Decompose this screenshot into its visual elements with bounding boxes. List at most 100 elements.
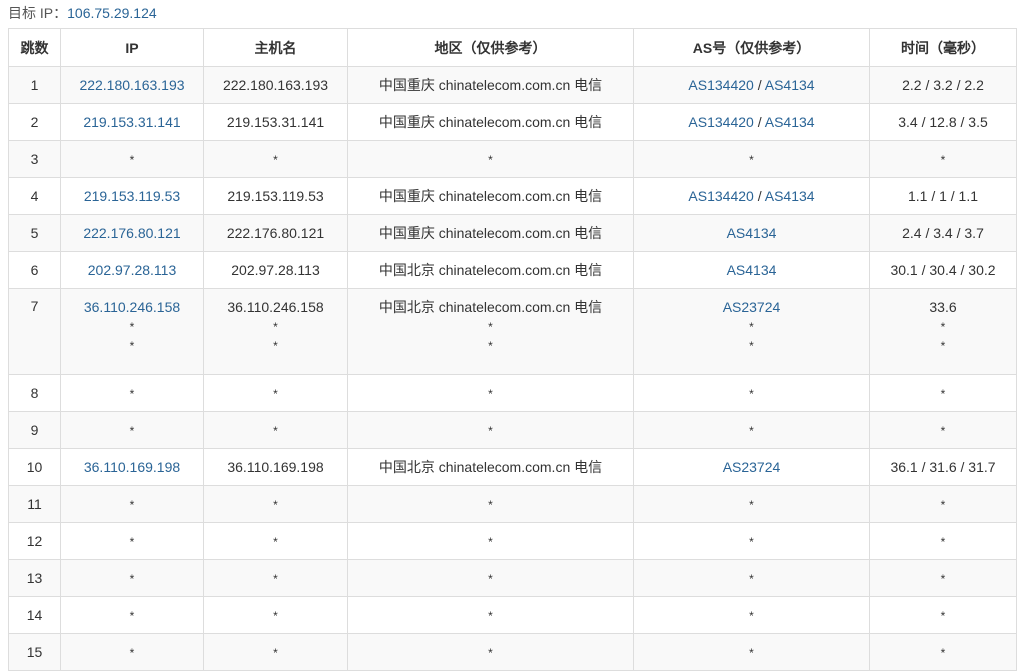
ip-cell: *	[60, 374, 204, 412]
table-row: 8 * * * * *	[8, 374, 1017, 412]
hostname-cell: 222.180.163.193	[203, 66, 348, 104]
ip-link[interactable]: 219.153.31.141	[83, 114, 180, 130]
time-cell: *	[869, 140, 1017, 178]
ip-cell: 36.110.246.158 * *	[60, 288, 204, 375]
column-header-time: 时间（毫秒）	[869, 28, 1017, 67]
host-value: 219.153.31.141	[226, 114, 325, 130]
time-cell: 1.1 / 1 / 1.1	[869, 177, 1017, 215]
as-cell: AS23724 * *	[633, 288, 870, 375]
hop-cell: 7	[8, 288, 61, 375]
as-link[interactable]: AS4134	[765, 188, 815, 204]
as-cell: *	[633, 633, 870, 671]
as-link[interactable]: AS134420	[688, 114, 753, 130]
time-cell: *	[869, 411, 1017, 449]
host-value: *	[273, 320, 278, 334]
empty-star: *	[749, 320, 754, 334]
as-link[interactable]: AS134420	[688, 188, 753, 204]
ip-value: *	[129, 320, 135, 334]
as-link[interactable]: AS134420	[688, 77, 753, 93]
hostname-cell: 36.110.246.158 * *	[203, 288, 348, 375]
as-cell: *	[633, 485, 870, 523]
table-row: 9 * * * * *	[8, 411, 1017, 449]
hostname-cell: *	[203, 411, 348, 449]
time-value: *	[940, 498, 946, 512]
hostname-cell: *	[203, 596, 348, 634]
column-header-hop: 跳数	[8, 28, 61, 67]
region-value: 中国北京 chinatelecom.com.cn 电信	[378, 262, 603, 278]
region-value: 中国北京 chinatelecom.com.cn 电信	[378, 459, 603, 475]
ip-value: *	[129, 609, 135, 623]
ip-cell: *	[60, 596, 204, 634]
region-cell: *	[347, 633, 634, 671]
as-link[interactable]: AS4134	[765, 114, 815, 130]
ip-cell: 202.97.28.113	[60, 251, 204, 289]
hop-cell: 9	[8, 411, 61, 449]
ip-link[interactable]: 222.180.163.193	[79, 77, 184, 93]
host-value: *	[273, 572, 278, 586]
table-row: 4 219.153.119.53 219.153.119.53 中国重庆 chinat…	[8, 177, 1017, 215]
host-value: 202.97.28.113	[231, 262, 320, 278]
cell-line: 33.6	[870, 298, 1016, 317]
hop-cell: 12	[8, 522, 61, 560]
cell-line: *	[61, 317, 203, 336]
ip-link[interactable]: 36.110.169.198	[84, 459, 180, 475]
time-cell: *	[869, 559, 1017, 597]
as-link[interactable]: AS4134	[727, 225, 777, 241]
hostname-cell: 219.153.31.141	[203, 103, 348, 141]
empty-star: *	[749, 387, 754, 401]
ip-link[interactable]: 36.110.246.158	[84, 299, 180, 315]
ip-link[interactable]: 202.97.28.113	[88, 262, 177, 278]
hostname-cell: 202.97.28.113	[203, 251, 348, 289]
as-cell: *	[633, 522, 870, 560]
as-link[interactable]: AS4134	[727, 262, 777, 278]
hostname-cell: 36.110.169.198	[203, 448, 348, 486]
ip-value: *	[129, 339, 135, 353]
ip-cell: 36.110.169.198	[60, 448, 204, 486]
region-cell: *	[347, 411, 634, 449]
time-value: 30.1 / 30.4 / 30.2	[890, 262, 996, 278]
hop-cell: 5	[8, 214, 61, 252]
ip-cell: 222.176.80.121	[60, 214, 204, 252]
ip-value: *	[129, 387, 135, 401]
hop-cell: 11	[8, 485, 61, 523]
hop-cell: 13	[8, 559, 61, 597]
time-cell: *	[869, 485, 1017, 523]
time-value: 36.1 / 31.6 / 31.7	[890, 459, 996, 475]
empty-star: *	[749, 572, 754, 586]
target-ip-link[interactable]: 106.75.29.124	[67, 5, 157, 21]
ip-link[interactable]: 219.153.119.53	[84, 188, 180, 204]
as-cell: *	[633, 374, 870, 412]
table-row: 15 * * * * *	[8, 633, 1017, 671]
as-link[interactable]: AS23724	[723, 299, 781, 315]
hop-cell: 2	[8, 103, 61, 141]
cell-line: *	[348, 317, 633, 336]
cell-line: 36.110.246.158	[204, 298, 347, 317]
ip-cell: 222.180.163.193	[60, 66, 204, 104]
region-cell: *	[347, 559, 634, 597]
region-value: *	[488, 387, 493, 401]
ip-link[interactable]: 222.176.80.121	[83, 225, 180, 241]
table-header-row: 跳数 IP 主机名 地区（仅供参考） AS号（仅供参考） 时间（毫秒）	[8, 28, 1017, 67]
time-value: 2.2 / 3.2 / 2.2	[902, 77, 984, 93]
as-cell: *	[633, 596, 870, 634]
empty-star: *	[749, 609, 754, 623]
time-value: *	[940, 424, 946, 438]
region-value: *	[488, 609, 493, 623]
time-value: *	[940, 609, 946, 623]
hostname-cell: *	[203, 559, 348, 597]
as-cell: *	[633, 559, 870, 597]
host-value: *	[273, 646, 278, 660]
time-value: 1.1 / 1 / 1.1	[907, 188, 979, 204]
cell-line: 中国北京 chinatelecom.com.cn 电信	[348, 298, 633, 317]
empty-star: *	[749, 498, 754, 512]
cell-line: *	[870, 336, 1016, 355]
host-value: *	[273, 339, 278, 353]
as-link[interactable]: AS23724	[723, 459, 781, 475]
as-cell: AS134420 / AS4134	[633, 103, 870, 141]
as-separator: /	[753, 188, 765, 204]
hostname-cell: 219.153.119.53	[203, 177, 348, 215]
region-cell: *	[347, 522, 634, 560]
host-value: *	[273, 609, 278, 623]
as-link[interactable]: AS4134	[765, 77, 815, 93]
ip-value: *	[129, 572, 135, 586]
